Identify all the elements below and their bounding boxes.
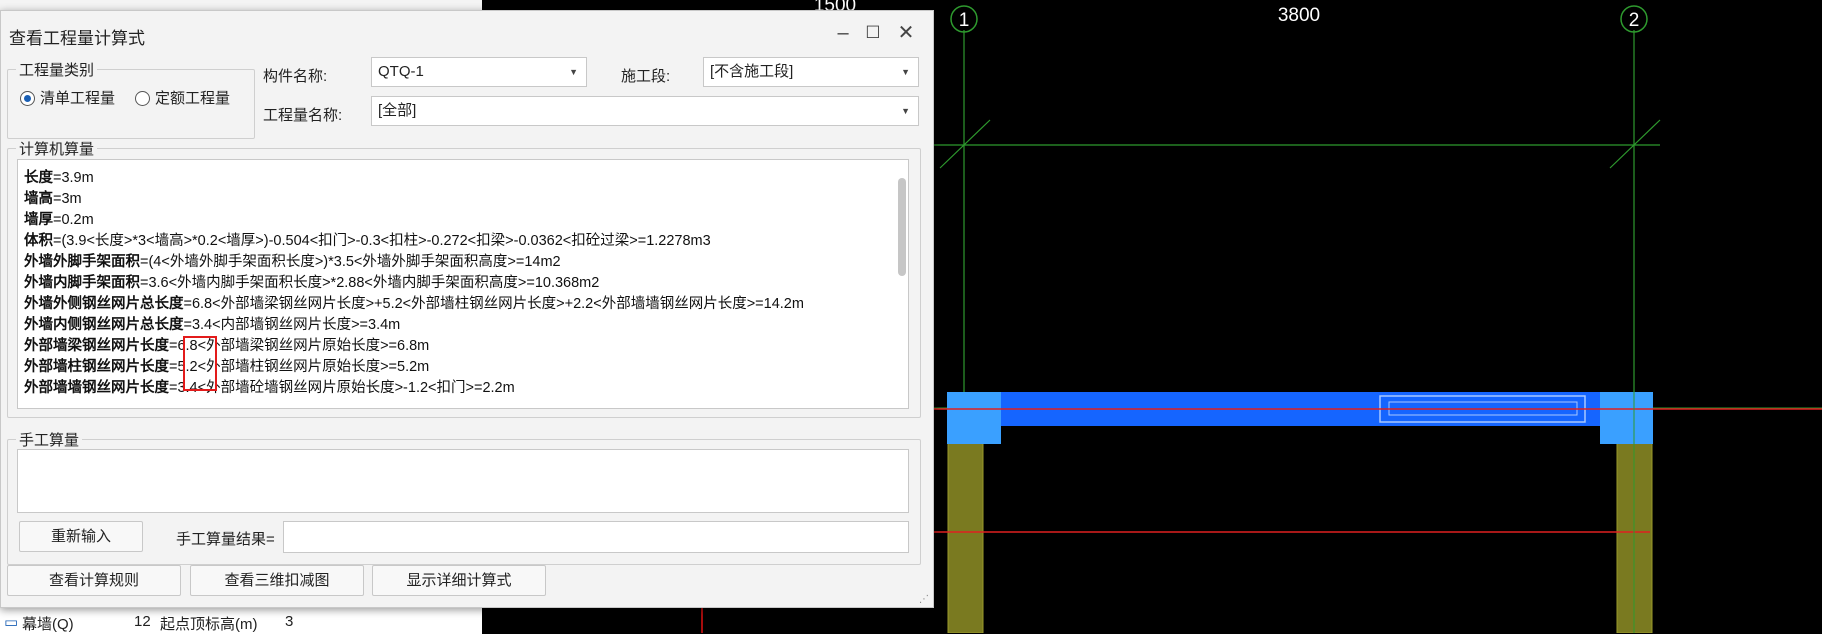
view-3d-deduction-button[interactable]: 查看三维扣减图 <box>190 565 364 596</box>
calc-line-expression: =3.4<外部墙砼墙钢丝网片原始长度>-1.2<扣门>=2.2m <box>169 380 515 396</box>
calc-line: 墙厚=0.2m <box>18 210 908 231</box>
stage-value: [不含施工段] <box>710 63 794 80</box>
quantity-name-value: [全部] <box>378 102 417 119</box>
component-name-select[interactable]: QTQ-1 ▼ <box>371 57 587 87</box>
view-rules-button[interactable]: 查看计算规则 <box>7 565 181 596</box>
calc-line-name: 长度 <box>24 170 53 186</box>
calc-line-expression: =0.2m <box>53 212 94 228</box>
chevron-down-icon: ▼ <box>569 67 578 77</box>
row-number: 12 <box>134 613 151 630</box>
computer-calc-legend: 计算机算量 <box>19 141 95 158</box>
maximize-icon[interactable]: ☐ <box>861 21 885 45</box>
calc-line-name: 外部墙梁钢丝网片长度 <box>24 338 169 354</box>
calc-line-name: 外墙外脚手架面积 <box>24 254 140 270</box>
calc-line-expression: =(4<外墙外脚手架面积长度>)*3.5<外墙外脚手架面积高度>=14m2 <box>140 254 561 270</box>
dimension-text: 3800 <box>1278 5 1320 26</box>
vertical-scrollbar[interactable] <box>898 178 906 276</box>
calc-line-expression: =3.9m <box>53 170 94 186</box>
property-value[interactable]: 3 <box>285 613 293 630</box>
chevron-down-icon: ▼ <box>901 67 910 77</box>
calc-line-expression: =3.4<内部墙钢丝网片长度>=3.4m <box>183 317 401 333</box>
calc-line: 外部墙柱钢丝网片长度=5.2<外部墙柱钢丝网片原始长度>=5.2m <box>18 357 908 378</box>
quantity-name-select[interactable]: [全部] ▼ <box>371 96 919 126</box>
calc-line: 外墙内侧钢丝网片总长度=3.4<内部墙钢丝网片长度>=3.4m <box>18 315 908 336</box>
quantity-formula-dialog: 查看工程量计算式 – ☐ ✕ 工程量类别 清单工程量 定额工程量 构件名称: Q… <box>0 10 934 608</box>
property-table-row[interactable]: ▭ 幕墙(Q) 12 起点顶标高(m) 3 <box>0 606 482 634</box>
close-icon[interactable]: ✕ <box>894 21 918 45</box>
highlight-box <box>183 336 217 391</box>
radio-unselected-icon <box>135 91 150 106</box>
tree-item-curtain-wall[interactable]: 幕墙(Q) <box>22 613 74 634</box>
calc-line-expression: =6.8<外部墙梁钢丝网片长度>+5.2<外部墙柱钢丝网片长度>+2.2<外部墙… <box>183 296 804 312</box>
calc-line: 外墙外脚手架面积=(4<外墙外脚手架面积长度>)*3.5<外墙外脚手架面积高度>… <box>18 252 908 273</box>
calc-line-name: 外墙内脚手架面积 <box>24 275 140 291</box>
quantity-type-legend: 工程量类别 <box>19 62 95 79</box>
calc-line: 外部墙墙钢丝网片长度=3.4<外部墙砼墙钢丝网片原始长度>-1.2<扣门>=2.… <box>18 378 908 399</box>
chevron-down-icon: ▼ <box>901 106 910 116</box>
calc-line: 体积=(3.9<长度>*3<墙高>*0.2<墙厚>)-0.504<扣门>-0.3… <box>18 231 908 252</box>
calc-line-expression: =(3.9<长度>*3<墙高>*0.2<墙厚>)-0.504<扣门>-0.3<扣… <box>53 233 711 249</box>
stage-label: 施工段: <box>621 68 671 85</box>
calc-line: 外墙内脚手架面积=3.6<外墙内脚手架面积长度>*2.88<外墙内脚手架面积高度… <box>18 273 908 294</box>
show-detail-formula-button[interactable]: 显示详细计算式 <box>372 565 546 596</box>
radio-list-label: 清单工程量 <box>40 90 116 107</box>
calc-line: 外部墙梁钢丝网片长度=6.8<外部墙梁钢丝网片原始长度>=6.8m <box>18 336 908 357</box>
stage-select[interactable]: [不含施工段] ▼ <box>703 57 919 87</box>
radio-quota-label: 定额工程量 <box>155 90 231 107</box>
quantity-name-label: 工程量名称: <box>263 107 343 124</box>
calc-formula-list: 长度=3.9m 墙高=3m 墙厚=0.2m 体积=(3.9<长度>*3<墙高>*0.2… <box>18 168 908 399</box>
calc-line-expression: =3.6<外墙内脚手架面积长度>*2.88<外墙内脚手架面积高度>=10.368… <box>140 275 600 291</box>
calc-line-name: 外墙外侧钢丝网片总长度 <box>24 296 184 312</box>
manual-result-input[interactable] <box>283 521 909 553</box>
calc-line-name: 外部墙墙钢丝网片长度 <box>24 380 169 396</box>
component-name-label: 构件名称: <box>263 68 328 85</box>
resize-grip-icon[interactable]: ⋰ <box>919 594 929 605</box>
property-name: 起点顶标高(m) <box>160 616 258 633</box>
reinput-button[interactable]: 重新输入 <box>19 521 143 552</box>
calc-line-name: 外墙内侧钢丝网片总长度 <box>24 317 184 333</box>
calc-line-expression: =3m <box>53 191 82 207</box>
calc-line: 长度=3.9m <box>18 168 908 189</box>
calc-line: 墙高=3m <box>18 189 908 210</box>
wall-icon: ▭ <box>4 614 19 631</box>
manual-calc-input[interactable] <box>17 449 909 513</box>
calc-line-name: 墙高 <box>24 191 53 207</box>
calc-line-name: 墙厚 <box>24 212 53 228</box>
calc-line-name: 体积 <box>24 233 53 249</box>
axis-label-2: 2 <box>1629 10 1640 31</box>
manual-result-label: 手工算量结果= <box>176 531 275 548</box>
calc-line: 外墙外侧钢丝网片总长度=6.8<外部墙梁钢丝网片长度>+5.2<外部墙柱钢丝网片… <box>18 294 908 315</box>
dialog-title: 查看工程量计算式 <box>9 29 145 48</box>
component-name-value: QTQ-1 <box>378 63 424 80</box>
radio-selected-icon <box>20 91 35 106</box>
minimize-icon[interactable]: – <box>831 21 855 45</box>
calc-line-name: 外部墙柱钢丝网片长度 <box>24 359 169 375</box>
axis-label-1: 1 <box>959 10 970 31</box>
manual-calc-legend: 手工算量 <box>19 432 80 449</box>
title-bar[interactable]: 查看工程量计算式 – ☐ ✕ <box>1 11 933 55</box>
calc-formula-box[interactable]: 长度=3.9m 墙高=3m 墙厚=0.2m 体积=(3.9<长度>*3<墙高>*0.2… <box>17 159 909 409</box>
radio-quota-quantity[interactable]: 定额工程量 <box>135 89 230 109</box>
radio-list-quantity[interactable]: 清单工程量 <box>20 89 115 109</box>
